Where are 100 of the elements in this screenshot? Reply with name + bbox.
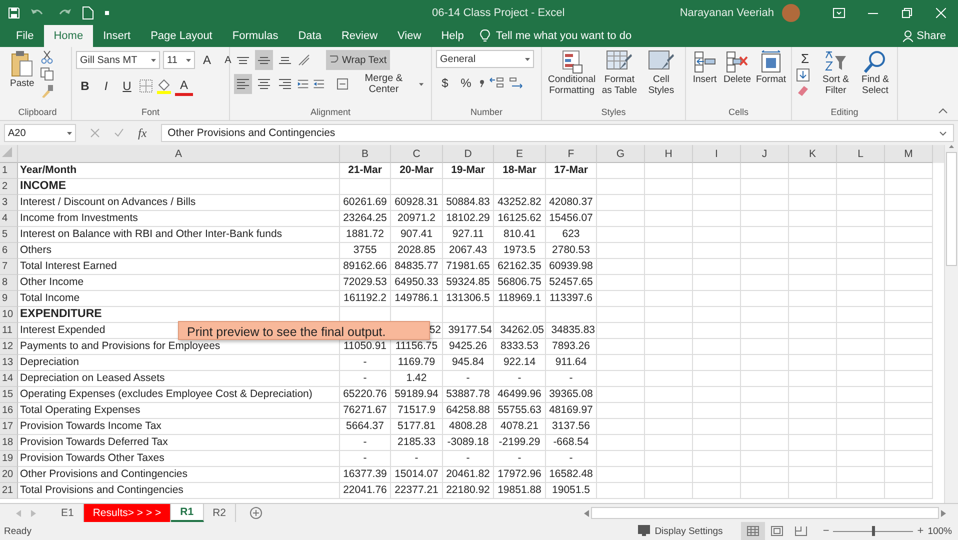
column-header[interactable]: M — [885, 145, 933, 163]
currency-button[interactable]: $ — [436, 73, 454, 93]
row-header[interactable]: 5 — [0, 227, 18, 243]
row-header[interactable]: 15 — [0, 387, 18, 403]
styles-button[interactable]: Format as Table — [600, 50, 640, 97]
collapse-ribbon-icon[interactable] — [938, 108, 948, 114]
column-header[interactable]: E — [494, 145, 546, 163]
row-header[interactable]: 10 — [0, 307, 18, 323]
paste-button[interactable]: Paste — [8, 50, 36, 90]
percent-button[interactable]: % — [457, 73, 475, 93]
find-select-button[interactable]: Find & Select — [858, 50, 893, 97]
restore-icon[interactable] — [902, 8, 912, 18]
ribbon-tab[interactable]: Home — [44, 25, 94, 47]
row-header[interactable]: 3 — [0, 195, 18, 211]
row-header[interactable]: 16 — [0, 403, 18, 419]
underline-button[interactable]: U — [118, 76, 136, 96]
zoom-out-button[interactable]: − — [822, 525, 830, 537]
copy-icon[interactable] — [40, 67, 54, 81]
column-header[interactable]: K — [789, 145, 837, 163]
sheet-tab[interactable]: Results> > > > — [84, 504, 172, 522]
eraser-icon[interactable] — [796, 84, 810, 96]
row-header[interactable]: 6 — [0, 243, 18, 259]
column-header[interactable]: D — [443, 145, 494, 163]
ribbon-tab[interactable]: File — [6, 25, 44, 47]
decrease-decimal-icon[interactable] — [508, 77, 524, 89]
expand-icon[interactable] — [939, 130, 947, 136]
column-header[interactable]: C — [391, 145, 443, 163]
customize-icon[interactable] — [104, 10, 110, 16]
row-header[interactable]: 4 — [0, 211, 18, 227]
display-settings-button[interactable]: Display Settings — [638, 525, 723, 537]
font-size-field[interactable]: 11 — [163, 51, 195, 69]
indent-icon[interactable] — [297, 77, 325, 91]
font-family-field[interactable]: Gill Sans MT — [76, 51, 160, 69]
row-header[interactable]: 8 — [0, 275, 18, 291]
row-header[interactable]: 18 — [0, 435, 18, 451]
cells-button[interactable]: Delete — [722, 50, 753, 86]
row-header[interactable]: 17 — [0, 419, 18, 435]
column-header[interactable]: L — [837, 145, 885, 163]
row-header[interactable]: 2 — [0, 179, 18, 195]
row-header[interactable]: 1 — [0, 163, 18, 179]
share-button[interactable]: Share — [902, 25, 958, 47]
font-color-button[interactable]: A — [175, 76, 193, 96]
column-header[interactable]: H — [645, 145, 693, 163]
comma-style-icon[interactable] — [478, 77, 486, 89]
ribbon-tab[interactable]: View — [388, 25, 432, 47]
column-header[interactable]: I — [693, 145, 741, 163]
shrink-font-button[interactable]: A — [219, 50, 237, 70]
vertical-align-button[interactable] — [255, 50, 273, 70]
sort-filter-button[interactable]: Sort & Filter — [818, 50, 854, 97]
row-header[interactable]: 13 — [0, 355, 18, 371]
save-icon[interactable] — [8, 6, 20, 18]
autosum-button[interactable]: Σ — [796, 50, 814, 66]
zoom-in-button[interactable]: + — [917, 525, 924, 537]
name-box[interactable]: A20 — [4, 124, 76, 142]
row-header[interactable]: 11 — [0, 323, 18, 339]
row-header[interactable]: 14 — [0, 371, 18, 387]
cells-button[interactable]: Insert — [690, 50, 720, 86]
add-sheet-icon[interactable] — [250, 507, 262, 519]
insert-function-button[interactable]: fx — [138, 126, 147, 140]
italic-button[interactable]: I — [97, 76, 115, 96]
ribbon-tab[interactable]: Data — [288, 25, 332, 47]
styles-button[interactable]: Cell Styles — [641, 50, 681, 97]
column-header[interactable]: F — [546, 145, 597, 163]
ribbon-tab[interactable]: Review — [331, 25, 388, 47]
ribbon-tab[interactable]: Page Layout — [140, 25, 222, 47]
column-header[interactable]: G — [597, 145, 645, 163]
close-icon[interactable] — [936, 8, 946, 18]
row-header[interactable]: 9 — [0, 291, 18, 307]
fill-color-icon[interactable] — [156, 78, 172, 94]
vertical-scrollbar[interactable] — [944, 145, 958, 503]
row-header[interactable]: 21 — [0, 483, 18, 499]
column-header[interactable]: J — [741, 145, 789, 163]
borders-icon[interactable] — [139, 79, 153, 93]
tell-me-field[interactable]: Tell me what you want to do — [496, 30, 632, 42]
ribbon-tab[interactable]: Formulas — [222, 25, 288, 47]
row-header[interactable]: 19 — [0, 451, 18, 467]
cells-button[interactable]: Format — [755, 50, 787, 86]
scroll-right-icon[interactable] — [941, 510, 946, 516]
row-header[interactable]: 20 — [0, 467, 18, 483]
bold-button[interactable]: B — [76, 76, 94, 96]
grow-font-button[interactable]: A — [198, 50, 216, 70]
increase-decimal-icon[interactable] — [489, 77, 505, 89]
new-file-icon[interactable] — [82, 6, 94, 20]
view-button[interactable] — [740, 522, 765, 540]
formula-field[interactable]: Other Provisions and Contingencies — [160, 124, 954, 142]
row-header[interactable]: 7 — [0, 259, 18, 275]
ribbon-tab[interactable]: Help — [431, 25, 474, 47]
ribbon-display-icon[interactable] — [833, 8, 845, 18]
scroll-left-icon[interactable] — [584, 510, 589, 516]
merge-center-button[interactable]: Merge & Center — [334, 74, 427, 94]
styles-button[interactable]: Conditional Formatting — [546, 50, 598, 97]
number-format-field[interactable]: General — [436, 50, 534, 68]
format-painter-icon[interactable] — [40, 84, 54, 98]
cut-icon[interactable] — [40, 50, 54, 64]
horizontal-align-button[interactable] — [234, 74, 252, 94]
sheet-tab[interactable]: R1 — [171, 504, 204, 522]
ribbon-tab[interactable]: Insert — [93, 25, 141, 47]
wrap-text-button[interactable]: Wrap Text — [326, 50, 390, 70]
column-header[interactable]: B — [340, 145, 391, 163]
column-header[interactable]: A — [18, 145, 340, 163]
